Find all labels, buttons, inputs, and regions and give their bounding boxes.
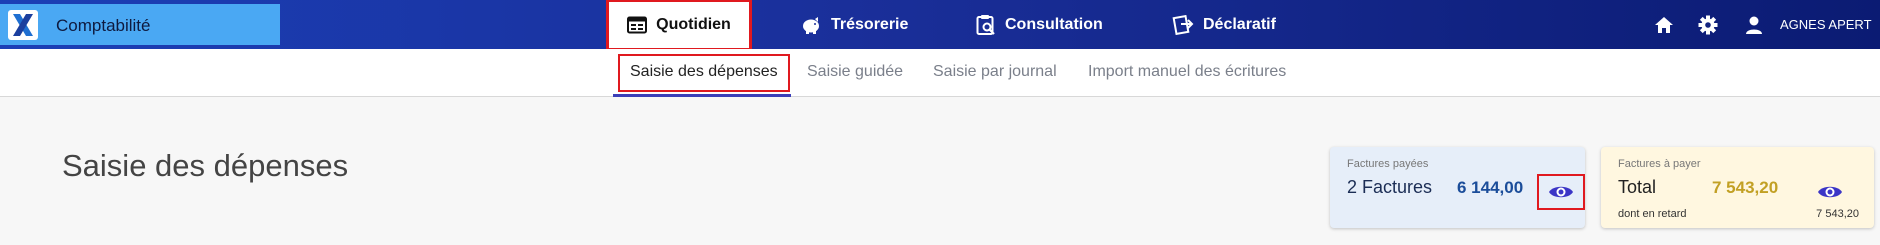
clipboard-search-icon — [976, 14, 996, 36]
subtab-saisie-journal[interactable]: Saisie par journal — [933, 63, 1057, 81]
document-send-icon — [1172, 14, 1194, 35]
due-invoices-label: Factures à payer — [1618, 158, 1701, 170]
nav-quotidien-label: Quotidien — [656, 16, 731, 33]
user-icon[interactable] — [1743, 14, 1765, 36]
app-title: Comptabilité — [56, 16, 151, 35]
user-name[interactable]: AGNES APERT — [1780, 17, 1872, 32]
nav-tresorerie[interactable]: Trésorerie — [800, 0, 908, 49]
nav-declaratif-label: Déclaratif — [1203, 15, 1276, 33]
nav-tresorerie-label: Trésorerie — [831, 15, 909, 33]
due-invoices-amount: 7 543,20 — [1712, 178, 1779, 197]
home-icon[interactable] — [1653, 14, 1675, 36]
paid-invoices-view-button[interactable] — [1537, 174, 1585, 210]
nav-consultation[interactable]: Consultation — [976, 0, 1103, 49]
nav-declaratif[interactable]: Déclaratif — [1172, 0, 1276, 49]
eye-icon — [1548, 183, 1574, 201]
nav-quotidien[interactable]: Quotidien — [606, 0, 752, 51]
late-invoices-label: dont en retard — [1618, 208, 1687, 220]
gear-icon[interactable] — [1697, 14, 1719, 36]
active-tab-indicator — [613, 94, 791, 97]
subtab-import-manuel[interactable]: Import manuel des écritures — [1088, 63, 1286, 81]
paid-invoices-count: 2 Factures — [1347, 177, 1433, 197]
paid-invoices-card: Factures payées 2 Factures 6 144,00 — [1330, 147, 1585, 228]
due-invoices-total-label: Total — [1618, 177, 1657, 197]
subtab-saisie-guidee[interactable]: Saisie guidée — [807, 63, 903, 81]
x-logo-icon — [8, 10, 38, 40]
late-invoices-amount: 7 543,20 — [1816, 208, 1859, 220]
paid-invoices-amount: 6 144,00 — [1457, 178, 1524, 197]
top-bar: Comptabilité Quotidien Trésorerie Consul… — [0, 0, 1880, 51]
page-title: Saisie des dépenses — [62, 148, 349, 183]
nav-consultation-label: Consultation — [1005, 15, 1103, 33]
piggy-bank-icon — [800, 15, 822, 35]
calendar-icon — [627, 16, 648, 34]
brand-area[interactable]: Comptabilité — [0, 4, 280, 45]
eye-icon[interactable] — [1817, 183, 1843, 201]
subtab-saisie-depenses[interactable]: Saisie des dépenses — [618, 54, 790, 92]
paid-invoices-label: Factures payées — [1347, 158, 1429, 170]
sub-navigation: Saisie des dépenses Saisie guidée Saisie… — [0, 49, 1880, 97]
due-invoices-card: Factures à payer Total 7 543,20 dont en … — [1601, 147, 1874, 228]
